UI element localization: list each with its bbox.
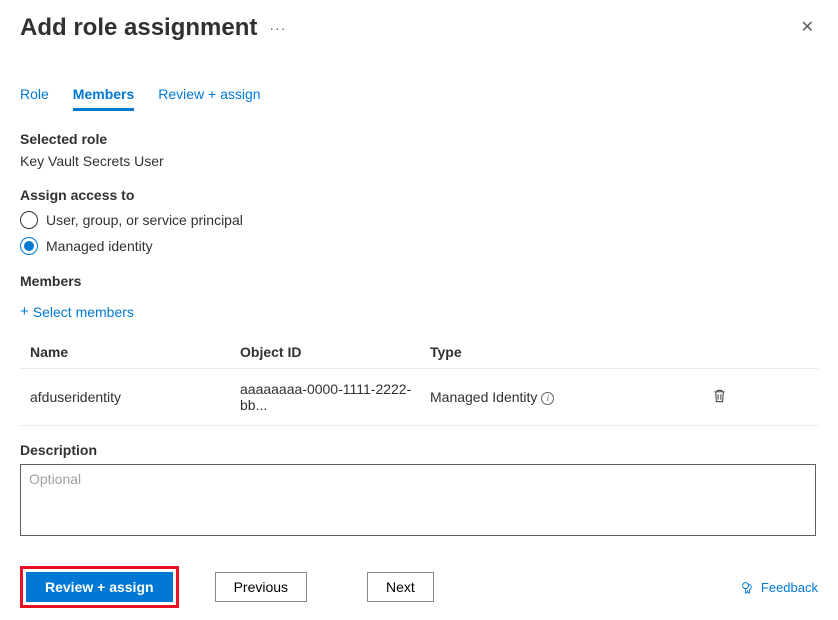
- table-row: afduseridentity aaaaaaaa-0000-1111-2222-…: [20, 369, 818, 426]
- column-header-name: Name: [20, 344, 240, 360]
- feedback-label: Feedback: [761, 580, 818, 595]
- tab-members[interactable]: Members: [73, 86, 134, 111]
- radio-icon: [20, 211, 38, 229]
- selected-role-value: Key Vault Secrets User: [20, 153, 818, 169]
- feedback-icon: [740, 580, 755, 595]
- feedback-link[interactable]: Feedback: [740, 580, 818, 595]
- radio-label: Managed identity: [46, 238, 153, 254]
- tab-bar: Role Members Review + assign: [0, 50, 838, 111]
- cell-name: afduseridentity: [20, 389, 240, 405]
- close-icon[interactable]: ✕: [797, 16, 818, 40]
- info-icon[interactable]: i: [541, 392, 554, 405]
- page-title: Add role assignment: [20, 14, 257, 42]
- description-label: Description: [20, 442, 818, 458]
- highlight-annotation: Review + assign: [20, 566, 179, 608]
- tab-role[interactable]: Role: [20, 86, 49, 111]
- members-table: Name Object ID Type afduseridentity aaaa…: [20, 344, 818, 426]
- radio-label: User, group, or service principal: [46, 212, 243, 228]
- column-header-objectid: Object ID: [240, 344, 430, 360]
- plus-icon: +: [20, 303, 29, 320]
- tab-review[interactable]: Review + assign: [158, 86, 260, 111]
- members-label: Members: [20, 273, 818, 289]
- cell-type: Managed Identityi: [430, 389, 620, 405]
- assign-access-label: Assign access to: [20, 187, 818, 203]
- description-input[interactable]: [20, 464, 816, 536]
- previous-button[interactable]: Previous: [215, 572, 307, 602]
- next-button[interactable]: Next: [367, 572, 434, 602]
- selected-role-label: Selected role: [20, 131, 818, 147]
- radio-icon: [20, 237, 38, 255]
- select-members-link[interactable]: + Select members: [20, 303, 134, 320]
- cell-objectid: aaaaaaaa-0000-1111-2222-bb...: [240, 381, 430, 413]
- delete-icon[interactable]: [712, 391, 727, 407]
- select-members-text: Select members: [33, 304, 134, 320]
- column-header-type: Type: [430, 344, 620, 360]
- review-assign-button[interactable]: Review + assign: [26, 572, 173, 602]
- radio-user-group-sp[interactable]: User, group, or service principal: [20, 211, 818, 229]
- radio-managed-identity[interactable]: Managed identity: [20, 237, 818, 255]
- more-options-icon[interactable]: ···: [269, 20, 286, 36]
